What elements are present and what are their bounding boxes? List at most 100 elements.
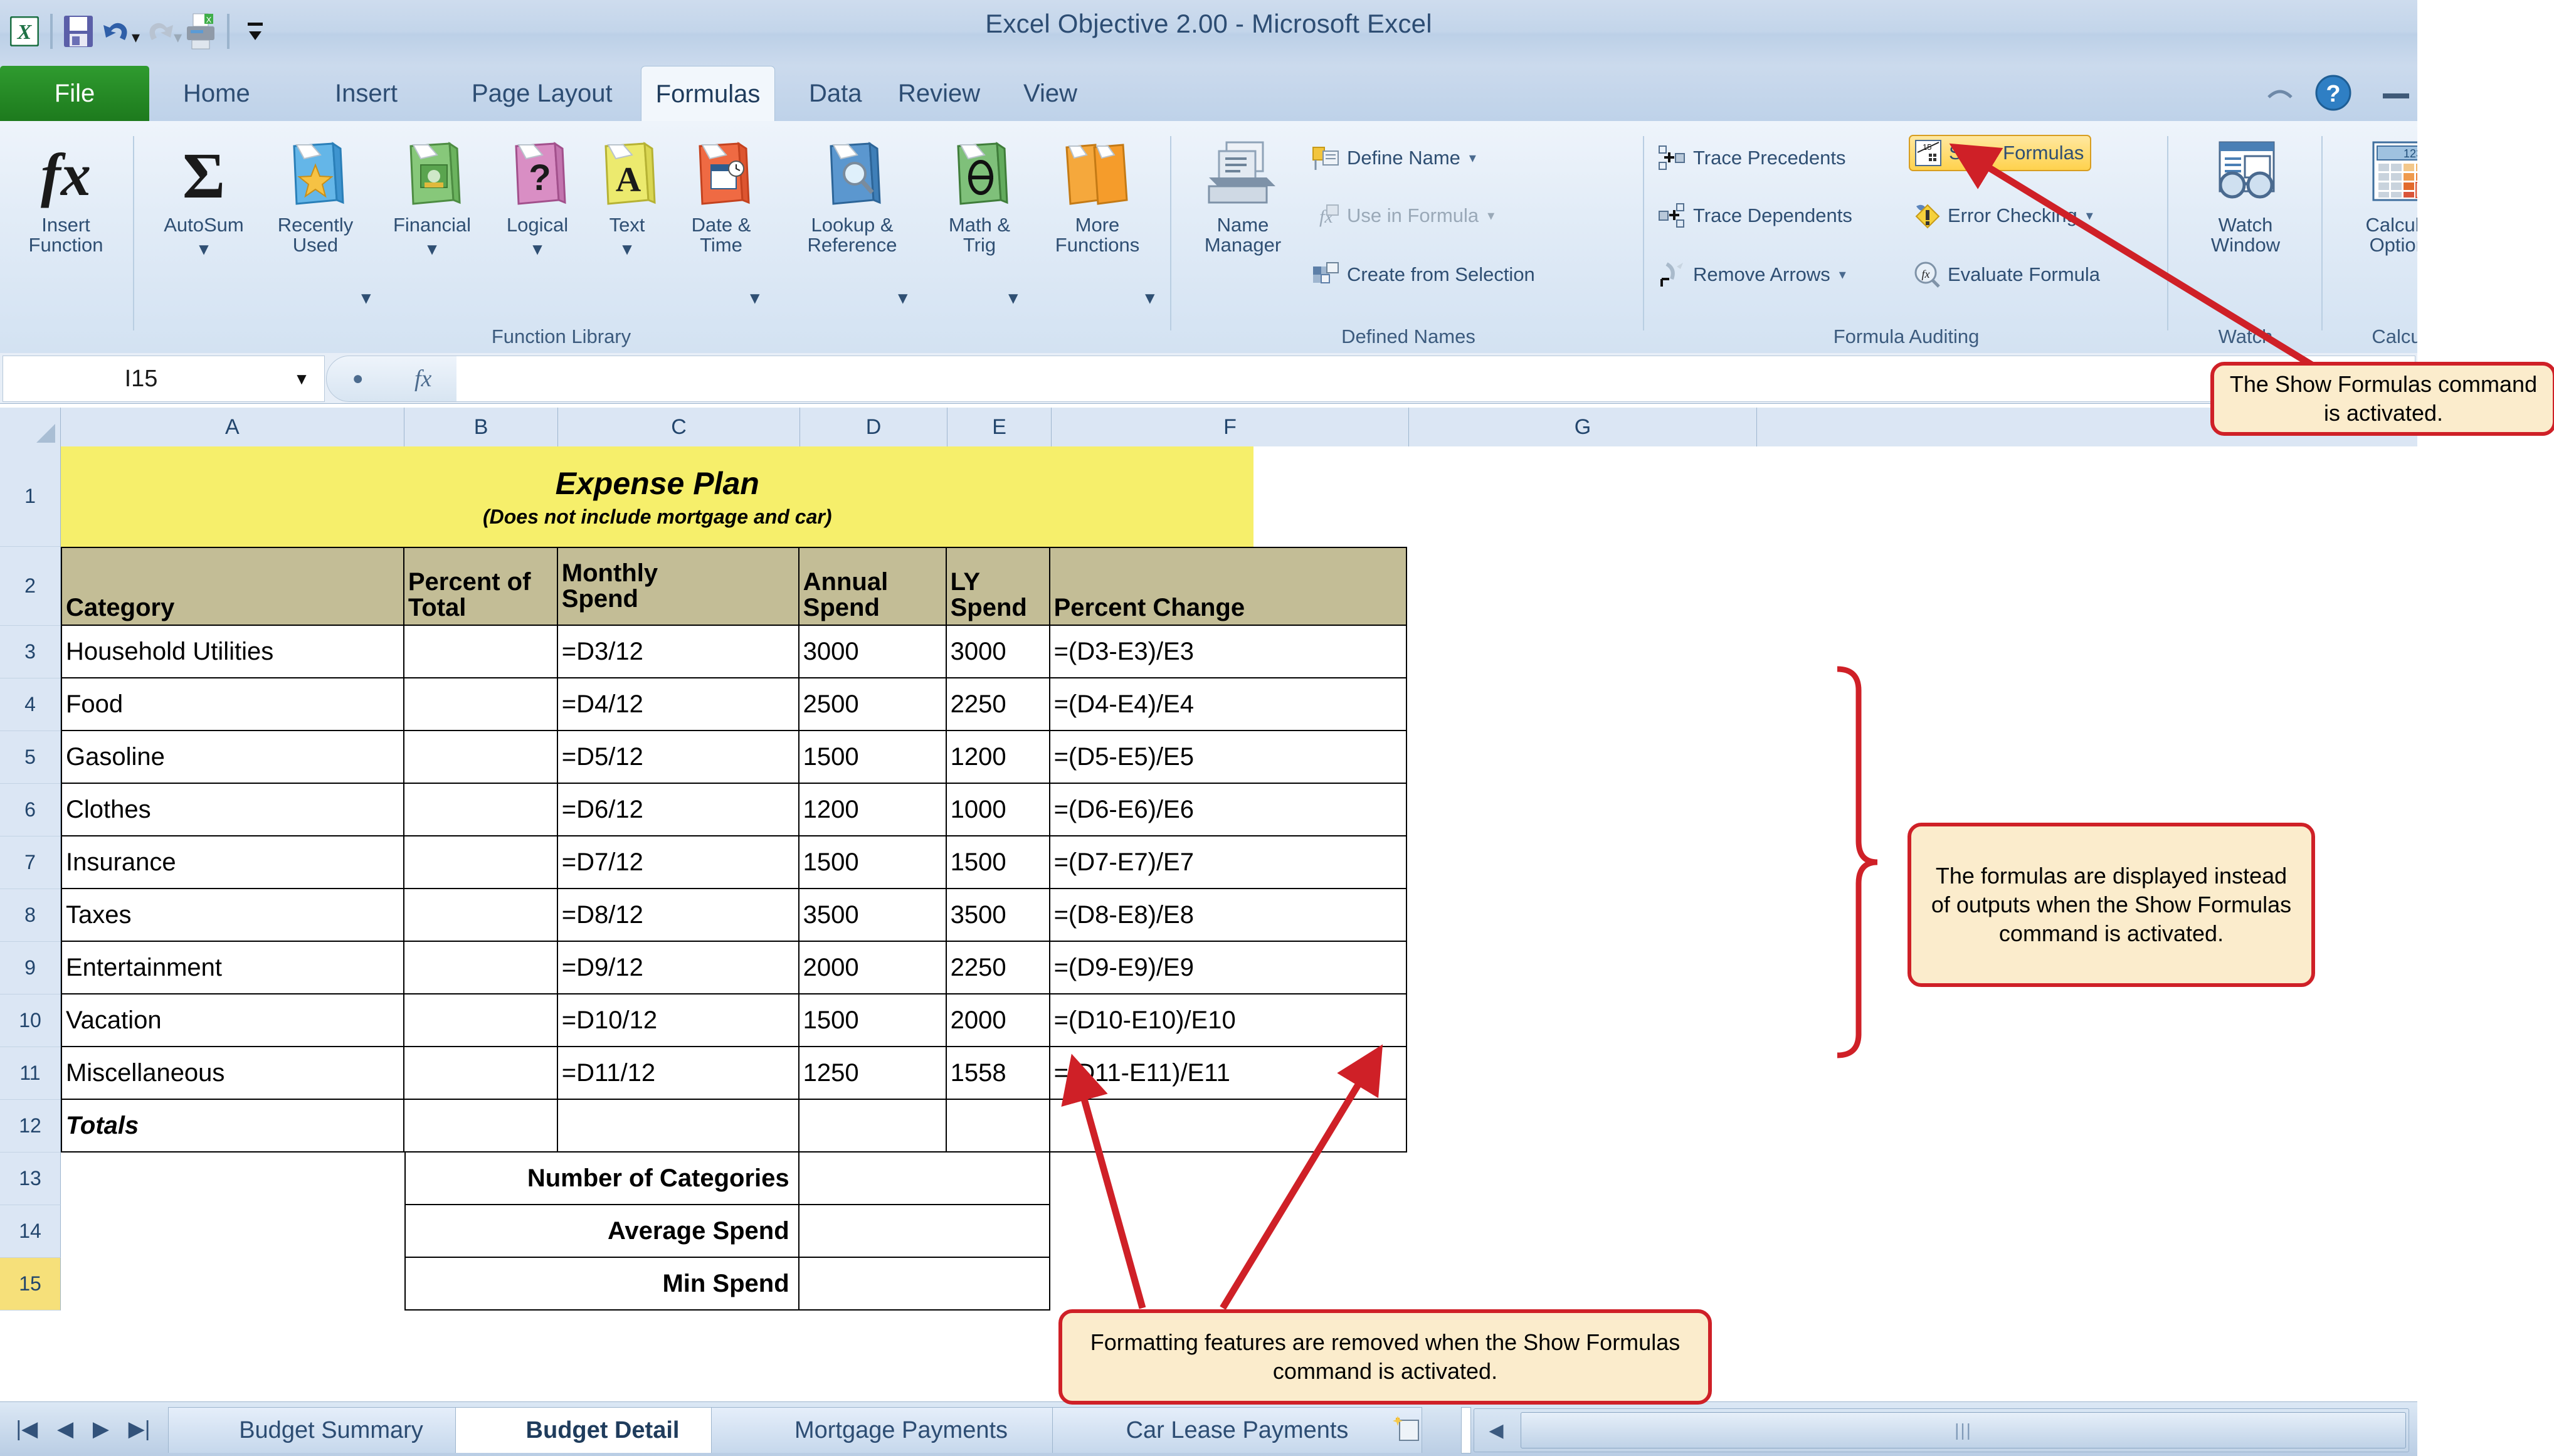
nav-prev-sheet-icon[interactable]: ◀ bbox=[57, 1416, 73, 1442]
cell-b3[interactable] bbox=[404, 626, 558, 678]
cell-c11[interactable]: =D11/12 bbox=[557, 1047, 799, 1100]
row-header-4[interactable]: 4 bbox=[0, 678, 61, 731]
date-time-caret-icon[interactable]: ▾ bbox=[750, 287, 760, 309]
cell-f8[interactable]: =(D8-E8)/E8 bbox=[1050, 889, 1408, 942]
cell-e9[interactable]: 2250 bbox=[946, 942, 1050, 994]
tab-split-handle[interactable] bbox=[1461, 1407, 1471, 1453]
cell-f11[interactable]: =(D11-E11)/E11 bbox=[1050, 1047, 1408, 1100]
remove-arrows-caret-icon[interactable]: ▾ bbox=[1839, 266, 1846, 283]
text-button[interactable]: A Text ▾ bbox=[584, 130, 670, 258]
cell-g1[interactable] bbox=[1253, 446, 2417, 547]
cell-a9[interactable]: Entertainment bbox=[60, 942, 404, 994]
cell-b2[interactable]: Percent of Total bbox=[404, 547, 558, 626]
cell-a5[interactable]: Gasoline bbox=[60, 731, 404, 784]
cell-e6[interactable]: 1000 bbox=[946, 784, 1050, 836]
cell-g2[interactable] bbox=[1407, 547, 2417, 626]
row-header-9[interactable]: 9 bbox=[0, 942, 61, 994]
insert-function-button[interactable]: fx Insert Function bbox=[13, 130, 119, 255]
nav-first-sheet-icon[interactable]: |◀ bbox=[16, 1416, 38, 1442]
remove-arrows-button[interactable]: Remove Arrows ▾ bbox=[1658, 260, 1846, 289]
cell-d11[interactable]: 1250 bbox=[799, 1047, 947, 1100]
cell-a11[interactable]: Miscellaneous bbox=[60, 1047, 404, 1100]
cell-c8[interactable]: =D8/12 bbox=[557, 889, 799, 942]
financial-button[interactable]: Financial ▾ bbox=[379, 130, 485, 258]
define-name-caret-icon[interactable]: ▾ bbox=[1469, 150, 1476, 166]
cell-c5[interactable]: =D5/12 bbox=[557, 731, 799, 784]
row-header-14[interactable]: 14 bbox=[0, 1205, 61, 1258]
cell-c3[interactable]: =D3/12 bbox=[557, 626, 799, 678]
tab-page-layout[interactable]: Page Layout bbox=[450, 66, 634, 121]
row-header-13[interactable]: 13 bbox=[0, 1153, 61, 1205]
row-header-1[interactable]: 1 bbox=[0, 446, 61, 547]
autosum-caret-icon[interactable]: ▾ bbox=[199, 238, 209, 259]
cell-a13[interactable] bbox=[60, 1153, 404, 1205]
cell-d5[interactable]: 1500 bbox=[799, 731, 947, 784]
cell-b10[interactable] bbox=[404, 994, 558, 1047]
cell-e2[interactable]: LY Spend bbox=[946, 547, 1050, 626]
cell-a7[interactable]: Insurance bbox=[60, 836, 404, 889]
cell-a3[interactable]: Household Utilities bbox=[60, 626, 404, 678]
cell-d3[interactable]: 3000 bbox=[799, 626, 947, 678]
row-header-3[interactable]: 3 bbox=[0, 626, 61, 678]
cell-label-13[interactable]: Number of Categories bbox=[404, 1153, 799, 1205]
cell-d7[interactable]: 1500 bbox=[799, 836, 947, 889]
text-caret-icon[interactable]: ▾ bbox=[622, 238, 632, 259]
cell-a4[interactable]: Food bbox=[60, 678, 404, 731]
cell-f5[interactable]: =(D5-E5)/E5 bbox=[1050, 731, 1408, 784]
more-functions-button[interactable]: More Functions bbox=[1031, 130, 1164, 255]
cancel-icon[interactable]: ● bbox=[352, 368, 364, 389]
cell-f2[interactable]: Percent Change bbox=[1050, 547, 1408, 626]
sheet-tab-car-lease-payments[interactable]: Car Lease Payments bbox=[1052, 1407, 1422, 1453]
cell-e8[interactable]: 3500 bbox=[946, 889, 1050, 942]
cell-a14[interactable] bbox=[60, 1205, 404, 1258]
cell-c2[interactable]: Monthly Spend bbox=[557, 547, 799, 626]
cell-c10[interactable]: =D10/12 bbox=[557, 994, 799, 1047]
cell-c9[interactable]: =D9/12 bbox=[557, 942, 799, 994]
formula-input[interactable] bbox=[456, 356, 2415, 402]
cell-value-14[interactable] bbox=[799, 1205, 1050, 1258]
name-box-dropdown-icon[interactable]: ▼ bbox=[279, 369, 324, 389]
column-header-f[interactable]: F bbox=[1051, 408, 1409, 447]
error-checking-caret-icon[interactable]: ▾ bbox=[2086, 208, 2093, 224]
cell-f4[interactable]: =(D4-E4)/E4 bbox=[1050, 678, 1408, 731]
cell-f3[interactable]: =(D3-E3)/E3 bbox=[1050, 626, 1408, 678]
trace-precedents-button[interactable]: Trace Precedents bbox=[1658, 144, 1846, 172]
cell-a2[interactable]: Category bbox=[60, 547, 404, 626]
tab-insert[interactable]: Insert bbox=[314, 66, 419, 121]
name-box[interactable]: I15 ▼ bbox=[3, 356, 325, 402]
evaluate-formula-button[interactable]: fx Evaluate Formula bbox=[1913, 260, 2100, 289]
define-name-button[interactable]: Define Name ▾ bbox=[1312, 144, 1476, 172]
recently-used-caret-icon[interactable]: ▾ bbox=[361, 287, 371, 309]
cell-c4[interactable]: =D4/12 bbox=[557, 678, 799, 731]
insert-worksheet-icon[interactable] bbox=[1387, 1411, 1428, 1448]
column-header-c[interactable]: C bbox=[558, 408, 800, 447]
cell-d8[interactable]: 3500 bbox=[799, 889, 947, 942]
tab-formulas[interactable]: Formulas bbox=[641, 66, 775, 122]
fx-icon[interactable]: fx bbox=[414, 365, 431, 393]
cell-g12[interactable] bbox=[1407, 1100, 2417, 1153]
cell-e11[interactable]: 1558 bbox=[946, 1047, 1050, 1100]
minimize-window-icon[interactable] bbox=[2383, 93, 2409, 98]
sheet-tab-budget-summary[interactable]: Budget Summary bbox=[168, 1407, 494, 1453]
cell-rest-13[interactable] bbox=[1050, 1153, 2417, 1205]
row-header-6[interactable]: 6 bbox=[0, 784, 61, 836]
autosum-button[interactable]: Σ AutoSum ▾ bbox=[148, 130, 260, 258]
show-formulas-button[interactable]: 15 Show Formulas bbox=[1909, 135, 2092, 171]
cell-d10[interactable]: 1500 bbox=[799, 994, 947, 1047]
cell-g10[interactable] bbox=[1407, 994, 2417, 1047]
logical-caret-icon[interactable]: ▾ bbox=[532, 238, 542, 259]
cell-label-15[interactable]: Min Spend bbox=[404, 1258, 799, 1311]
nav-last-sheet-icon[interactable]: ▶| bbox=[129, 1416, 150, 1442]
row-header-11[interactable]: 11 bbox=[0, 1047, 61, 1100]
cell-rest-15[interactable] bbox=[1050, 1258, 2417, 1311]
use-in-formula-caret-icon[interactable]: ▾ bbox=[1487, 208, 1494, 224]
error-checking-button[interactable]: Error Checking ▾ bbox=[1913, 201, 2093, 230]
cell-value-15[interactable] bbox=[799, 1258, 1050, 1311]
nav-next-sheet-icon[interactable]: ▶ bbox=[93, 1416, 109, 1442]
column-header-e[interactable]: E bbox=[947, 408, 1052, 447]
row-header-7[interactable]: 7 bbox=[0, 836, 61, 889]
cell-f9[interactable]: =(D9-E9)/E9 bbox=[1050, 942, 1408, 994]
math-trig-button[interactable]: Math & Trig bbox=[927, 130, 1032, 255]
cell-a12[interactable]: Totals bbox=[60, 1100, 404, 1153]
help-icon[interactable]: ? bbox=[2314, 73, 2353, 115]
